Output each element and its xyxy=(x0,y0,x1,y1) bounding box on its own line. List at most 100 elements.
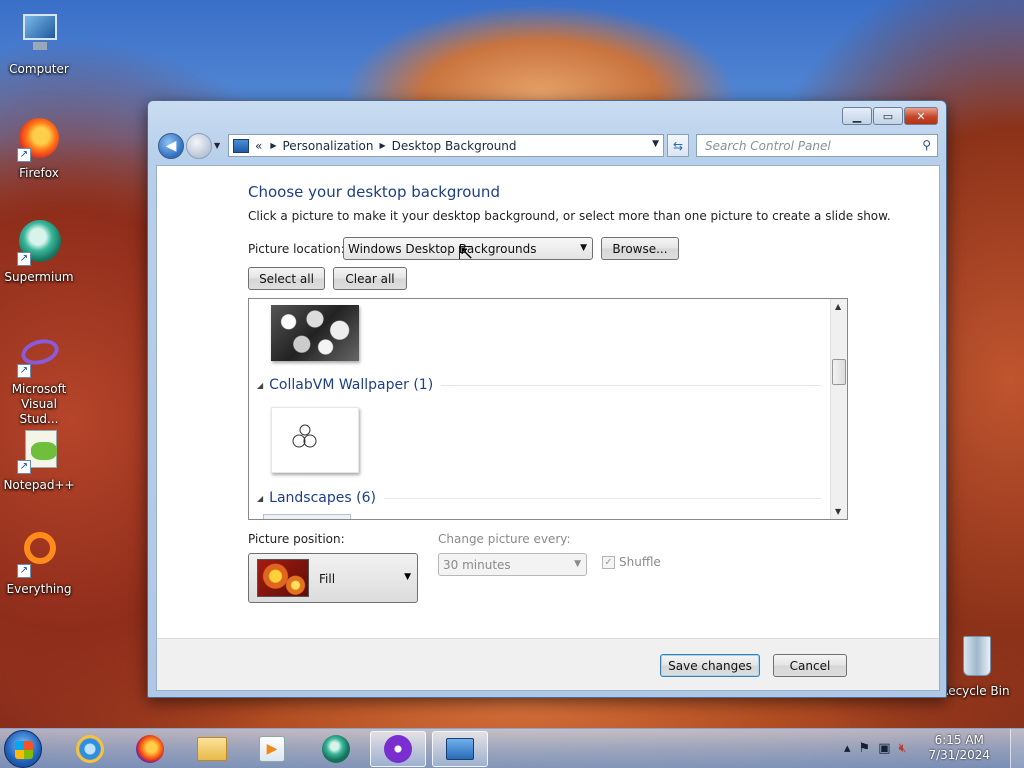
picture-position-value: Fill xyxy=(319,572,336,586)
taskbar-firefox[interactable] xyxy=(122,731,178,767)
taskbar-app-active[interactable] xyxy=(370,731,426,767)
breadcrumb-personalization[interactable]: Personalization xyxy=(283,139,374,153)
shortcut-arrow-icon: ↗ xyxy=(17,364,31,378)
shortcut-arrow-icon: ↗ xyxy=(17,564,31,578)
address-bar[interactable]: « ▶ Personalization ▶ Desktop Background… xyxy=(228,134,664,157)
collapse-triangle-icon[interactable]: ◢ xyxy=(257,381,263,390)
search-placeholder: Search Control Panel xyxy=(705,138,831,153)
group-header-collabvm[interactable]: ◢ CollabVM Wallpaper (1) xyxy=(257,377,821,393)
desktop-icon-notepadpp[interactable]: ↗ Notepad++ xyxy=(0,426,78,493)
picture-position-select[interactable]: Fill ▼ xyxy=(248,553,418,603)
windows-logo-icon xyxy=(15,741,33,759)
group-divider xyxy=(383,497,821,499)
close-button[interactable]: ✕ xyxy=(904,107,938,125)
scroll-up-icon[interactable]: ▲ xyxy=(835,302,841,311)
firefox-icon: ↗ xyxy=(15,114,63,162)
collabvm-logo-icon xyxy=(292,424,317,448)
desktop-icon-everything[interactable]: ↗ Everything xyxy=(0,530,78,597)
desktop-icon-recycle-bin[interactable]: Recycle Bin xyxy=(936,632,1014,699)
tray-icons: ▴ ⚑ ▣ 🔇︎ xyxy=(844,741,907,756)
desktop-background-window: ▁ ▭ ✕ ◀ ▼ « ▶ Personalization ▶ Desktop … xyxy=(147,100,947,698)
minimize-button[interactable]: ▁ xyxy=(842,107,872,125)
scroll-down-icon[interactable]: ▼ xyxy=(835,507,841,516)
cancel-button[interactable]: Cancel xyxy=(773,654,847,677)
group-name: CollabVM Wallpaper (1) xyxy=(269,377,434,393)
show-hidden-icons-icon[interactable]: ▴ xyxy=(844,741,851,756)
taskbar-supermium[interactable] xyxy=(308,731,364,767)
volume-muted-icon[interactable]: 🔇︎ xyxy=(898,741,906,756)
search-icon[interactable]: ⚲ xyxy=(922,138,931,152)
address-dropdown-icon[interactable]: ▼ xyxy=(652,139,659,149)
notepadpp-icon: ↗ xyxy=(15,426,63,474)
desktop-icon-label: Notepad++ xyxy=(3,478,75,492)
forward-button[interactable] xyxy=(186,133,212,159)
select-all-button[interactable]: Select all xyxy=(248,267,325,290)
taskbar-file-explorer[interactable] xyxy=(184,731,240,767)
recent-pages-dropdown[interactable]: ▼ xyxy=(214,141,220,150)
shortcut-arrow-icon: ↗ xyxy=(17,460,31,474)
group-header-landscapes[interactable]: ◢ Landscapes (6) xyxy=(257,490,821,506)
chevron-down-icon: ▼ xyxy=(574,559,581,569)
desktop-icon-firefox[interactable]: ↗ Firefox xyxy=(0,114,78,181)
scroll-thumb[interactable] xyxy=(832,359,846,385)
firefox-icon xyxy=(136,735,164,763)
breadcrumb-desktop-background[interactable]: Desktop Background xyxy=(392,139,517,153)
clear-all-button[interactable]: Clear all xyxy=(333,267,407,290)
wallpaper-thumbnail-collabvm[interactable] xyxy=(271,407,359,473)
wallpaper-list[interactable]: ◢ CollabVM Wallpaper (1) ◢ Landscapes (6… xyxy=(248,298,848,520)
picture-location-label: Picture location: xyxy=(248,242,345,256)
save-changes-button[interactable]: Save changes xyxy=(660,654,760,677)
page-title: Choose your desktop background xyxy=(248,183,500,201)
desktop-icon-label: Supermium xyxy=(4,270,74,284)
desktop-icon-computer[interactable]: Computer xyxy=(0,10,78,77)
desktop-icon-label: Recycle Bin xyxy=(940,684,1010,698)
back-arrow-icon: ◀ xyxy=(165,138,177,154)
computer-icon xyxy=(15,10,63,58)
taskbar-media-player[interactable]: ▶ xyxy=(244,731,300,767)
desktop-icon-supermium[interactable]: ↗ Supermium xyxy=(0,218,78,285)
taskbar-internet-explorer[interactable] xyxy=(62,731,118,767)
clock-date: 7/31/2024 xyxy=(928,748,990,762)
wallpaper-thumbnail-landscape[interactable] xyxy=(263,514,351,519)
maximize-button[interactable]: ▭ xyxy=(873,107,903,125)
refresh-button[interactable]: ⇆ xyxy=(667,134,689,157)
supermium-icon: ↗ xyxy=(15,218,63,266)
taskbar: ▶ ▴ ⚑ ▣ 🔇︎ 6:15 AM 7/31/2024 xyxy=(0,728,1024,768)
media-player-icon: ▶ xyxy=(259,736,285,762)
vertical-scrollbar[interactable]: ▲ ▼ xyxy=(830,299,847,519)
start-button[interactable] xyxy=(4,730,42,768)
change-picture-select[interactable]: 30 minutes ▼ xyxy=(438,553,587,576)
breadcrumb-prefix[interactable]: « xyxy=(255,139,262,153)
shuffle-label: Shuffle xyxy=(619,555,661,569)
action-center-flag-icon[interactable]: ⚑ xyxy=(859,741,871,756)
picture-position-label: Picture position: xyxy=(248,532,345,546)
wallpaper-thumbnail[interactable] xyxy=(271,305,359,361)
breadcrumb-separator-icon: ▶ xyxy=(379,141,386,150)
system-tray: ▴ ⚑ ▣ 🔇︎ 6:15 AM 7/31/2024 xyxy=(834,729,1024,768)
everything-icon: ↗ xyxy=(15,530,63,578)
show-desktop-button[interactable] xyxy=(1010,729,1024,768)
browse-button[interactable]: Browse... xyxy=(601,237,679,260)
network-icon[interactable]: ▣ xyxy=(878,741,890,756)
desktop-icon-visual-studio[interactable]: ↗ Microsoft Visual Stud... xyxy=(0,330,78,427)
clock-time: 6:15 AM xyxy=(934,733,984,747)
recycle-bin-icon xyxy=(951,632,999,680)
chevron-down-icon: ▼ xyxy=(404,572,411,582)
taskbar-control-panel[interactable] xyxy=(432,731,488,767)
folder-icon xyxy=(197,737,227,761)
refresh-icon: ⇆ xyxy=(672,138,684,153)
search-input[interactable]: Search Control Panel ⚲ xyxy=(696,134,938,157)
collapse-triangle-icon[interactable]: ◢ xyxy=(257,494,263,503)
control-panel-icon xyxy=(446,738,474,760)
mouse-pointer-icon: ⇱ xyxy=(458,243,474,264)
desktop-icon-label: Everything xyxy=(6,582,72,596)
back-button[interactable]: ◀ xyxy=(158,133,184,159)
breadcrumb-separator-icon: ▶ xyxy=(270,141,277,150)
clock[interactable]: 6:15 AM 7/31/2024 xyxy=(928,733,990,763)
purple-app-icon xyxy=(384,735,412,763)
change-picture-value: 30 minutes xyxy=(443,557,511,572)
visual-studio-icon: ↗ xyxy=(15,330,63,378)
shuffle-checkbox[interactable]: ✓ xyxy=(602,556,615,569)
group-divider xyxy=(441,384,821,386)
content-pane: Choose your desktop background Click a p… xyxy=(156,165,940,691)
